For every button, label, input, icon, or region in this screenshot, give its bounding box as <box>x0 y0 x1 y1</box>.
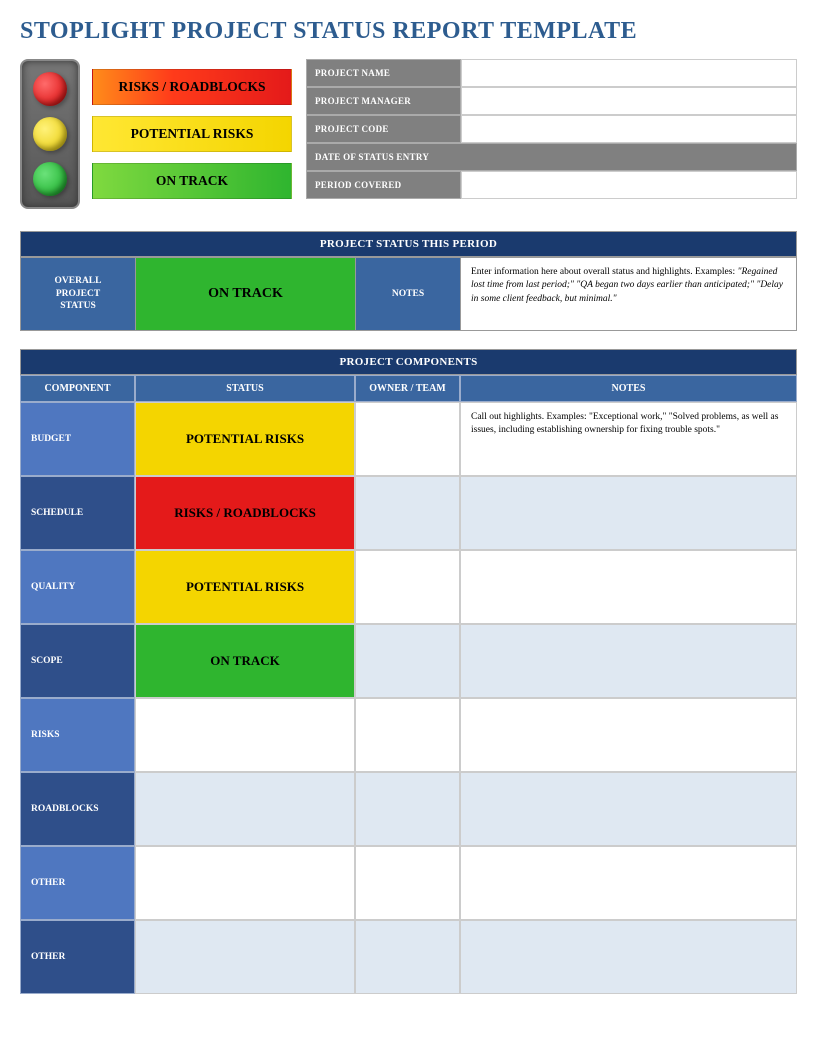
component-label: RISKS <box>20 698 135 772</box>
overall-label-l1: OVERALL <box>55 275 102 287</box>
component-status[interactable]: ON TRACK <box>135 624 355 698</box>
component-label: OTHER <box>20 920 135 994</box>
project-code-value[interactable] <box>461 115 797 143</box>
component-row: OTHER <box>20 846 797 920</box>
red-light-icon <box>33 72 67 106</box>
stoplight-icon <box>20 59 80 209</box>
component-row: OTHER <box>20 920 797 994</box>
overall-label-l3: STATUS <box>60 300 96 312</box>
project-name-value[interactable] <box>461 59 797 87</box>
component-status[interactable] <box>135 920 355 994</box>
component-row: RISKS <box>20 698 797 772</box>
status-section-header: PROJECT STATUS THIS PERIOD <box>20 231 797 257</box>
component-label: OTHER <box>20 846 135 920</box>
project-manager-label: PROJECT MANAGER <box>306 87 461 115</box>
component-notes[interactable] <box>460 920 797 994</box>
col-status: STATUS <box>135 375 355 402</box>
top-section: RISKS / ROADBLOCKS POTENTIAL RISKS ON TR… <box>20 59 797 209</box>
component-owner[interactable] <box>355 624 460 698</box>
component-owner[interactable] <box>355 772 460 846</box>
component-status[interactable] <box>135 846 355 920</box>
component-notes[interactable] <box>460 550 797 624</box>
component-label: BUDGET <box>20 402 135 476</box>
page-title: STOPLIGHT PROJECT STATUS REPORT TEMPLATE <box>20 18 797 45</box>
component-notes[interactable] <box>460 476 797 550</box>
component-notes[interactable] <box>460 698 797 772</box>
component-status[interactable] <box>135 698 355 772</box>
col-component: COMPONENT <box>20 375 135 402</box>
component-notes[interactable] <box>460 772 797 846</box>
legend-ontrack: ON TRACK <box>92 163 292 199</box>
component-owner[interactable] <box>355 402 460 476</box>
overall-notes[interactable]: Enter information here about overall sta… <box>461 258 796 330</box>
component-status[interactable]: POTENTIAL RISKS <box>135 402 355 476</box>
date-entry-label: DATE OF STATUS ENTRY <box>306 143 797 171</box>
green-light-icon <box>33 162 67 196</box>
project-code-label: PROJECT CODE <box>306 115 461 143</box>
component-status[interactable]: POTENTIAL RISKS <box>135 550 355 624</box>
component-owner[interactable] <box>355 846 460 920</box>
notes-text: Enter information here about overall sta… <box>471 267 737 277</box>
yellow-light-icon <box>33 117 67 151</box>
component-row: ROADBLOCKS <box>20 772 797 846</box>
component-owner[interactable] <box>355 698 460 772</box>
component-notes[interactable] <box>460 846 797 920</box>
meta-table: PROJECT NAME PROJECT MANAGER PROJECT COD… <box>306 59 797 199</box>
component-owner[interactable] <box>355 920 460 994</box>
legend: RISKS / ROADBLOCKS POTENTIAL RISKS ON TR… <box>92 69 292 199</box>
component-row: QUALITYPOTENTIAL RISKS <box>20 550 797 624</box>
legend-risks: RISKS / ROADBLOCKS <box>92 69 292 105</box>
stoplight-legend-group: RISKS / ROADBLOCKS POTENTIAL RISKS ON TR… <box>20 59 292 209</box>
col-notes: NOTES <box>460 375 797 402</box>
overall-status-value[interactable]: ON TRACK <box>136 258 356 330</box>
period-covered-label: PERIOD COVERED <box>306 171 461 199</box>
col-owner: OWNER / TEAM <box>355 375 460 402</box>
notes-label: NOTES <box>356 258 461 330</box>
components-header: PROJECT COMPONENTS <box>20 349 797 375</box>
component-status[interactable]: RISKS / ROADBLOCKS <box>135 476 355 550</box>
components-section: PROJECT COMPONENTS COMPONENT STATUS OWNE… <box>20 349 797 994</box>
component-owner[interactable] <box>355 550 460 624</box>
overall-label-l2: PROJECT <box>56 288 100 300</box>
overall-status-label: OVERALL PROJECT STATUS <box>21 258 136 330</box>
legend-potential: POTENTIAL RISKS <box>92 116 292 152</box>
component-label: QUALITY <box>20 550 135 624</box>
component-owner[interactable] <box>355 476 460 550</box>
component-label: SCHEDULE <box>20 476 135 550</box>
component-status[interactable] <box>135 772 355 846</box>
status-row: OVERALL PROJECT STATUS ON TRACK NOTES En… <box>20 257 797 331</box>
component-row: BUDGETPOTENTIAL RISKS Call out highlights… <box>20 402 797 476</box>
component-label: SCOPE <box>20 624 135 698</box>
project-manager-value[interactable] <box>461 87 797 115</box>
components-column-headers: COMPONENT STATUS OWNER / TEAM NOTES <box>20 375 797 402</box>
component-label: ROADBLOCKS <box>20 772 135 846</box>
component-notes[interactable] <box>460 624 797 698</box>
component-notes[interactable]: Call out highlights. Examples: "Exceptio… <box>460 402 797 476</box>
period-covered-value[interactable] <box>461 171 797 199</box>
component-row: SCOPEON TRACK <box>20 624 797 698</box>
project-name-label: PROJECT NAME <box>306 59 461 87</box>
component-row: SCHEDULERISKS / ROADBLOCKS <box>20 476 797 550</box>
